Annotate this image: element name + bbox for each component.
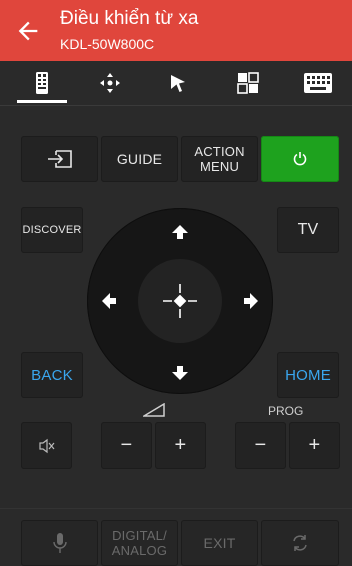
volume-up-label: + xyxy=(174,434,187,456)
power-button[interactable] xyxy=(261,136,339,182)
tab-bar xyxy=(0,61,352,105)
app-header: Điều khiển từ xa KDL-50W800C xyxy=(0,0,352,61)
prog-up-label: + xyxy=(308,434,321,456)
dpad-left-arrow-icon[interactable] xyxy=(100,291,118,311)
discover-label: DISCOVER xyxy=(22,224,82,236)
bottom-divider xyxy=(0,508,352,509)
discover-button[interactable]: DISCOVER xyxy=(21,207,83,253)
back-label: BACK xyxy=(31,366,73,384)
mute-button[interactable] xyxy=(21,422,72,469)
mute-icon xyxy=(38,438,54,453)
back-button[interactable]: BACK xyxy=(21,352,83,398)
home-label: HOME xyxy=(285,366,331,384)
volume-down-label: − xyxy=(120,434,133,456)
power-icon xyxy=(293,152,307,166)
dpad-right-arrow-icon[interactable] xyxy=(242,291,260,311)
dpad-down-arrow-icon[interactable] xyxy=(170,364,190,382)
sync-icon xyxy=(293,535,307,551)
tabs-divider xyxy=(0,105,352,106)
exit-button[interactable]: EXIT xyxy=(181,520,258,566)
tab-move[interactable] xyxy=(75,61,145,105)
remote-icon xyxy=(36,72,48,94)
guide-label: GUIDE xyxy=(116,151,163,167)
move-icon xyxy=(100,73,120,93)
digital-analog-button[interactable]: DIGITAL/ ANALOG xyxy=(101,520,178,566)
tv-button[interactable]: TV xyxy=(277,207,339,253)
action-menu-label: ACTION MENU xyxy=(194,144,245,174)
tab-keyboard[interactable] xyxy=(283,61,352,105)
input-source-icon xyxy=(47,150,72,168)
tv-label: TV xyxy=(297,221,319,238)
microphone-icon xyxy=(52,533,67,553)
volume-up-button[interactable]: + xyxy=(155,422,206,469)
dpad-up-arrow-icon[interactable] xyxy=(170,223,190,241)
sync-button[interactable] xyxy=(261,520,339,566)
voice-search-button[interactable] xyxy=(21,520,98,566)
arrow-left-icon[interactable] xyxy=(14,17,42,45)
prog-down-label: − xyxy=(254,434,267,456)
home-button[interactable]: HOME xyxy=(277,352,339,398)
tab-apps[interactable] xyxy=(213,61,283,105)
dpad-center-icon xyxy=(163,284,197,318)
apps-grid-icon xyxy=(237,72,259,94)
tab-selected-indicator xyxy=(17,100,67,103)
page-title: Điều khiển từ xa xyxy=(60,8,199,29)
digital-analog-label: DIGITAL/ ANALOG xyxy=(111,528,168,558)
prog-up-button[interactable]: + xyxy=(289,422,340,469)
tab-pointer[interactable] xyxy=(143,61,213,105)
keyboard-icon xyxy=(304,73,332,93)
action-menu-button[interactable]: ACTION MENU xyxy=(181,136,258,182)
volume-ramp-icon xyxy=(143,403,165,417)
tab-remote[interactable] xyxy=(7,61,77,105)
guide-button[interactable]: GUIDE xyxy=(101,136,178,182)
prog-label: PROG xyxy=(268,404,304,418)
prog-down-button[interactable]: − xyxy=(235,422,286,469)
input-button[interactable] xyxy=(21,136,98,182)
exit-label: EXIT xyxy=(203,535,236,551)
cursor-icon xyxy=(171,75,185,92)
volume-down-button[interactable]: − xyxy=(101,422,152,469)
device-name: KDL-50W800C xyxy=(60,36,155,52)
